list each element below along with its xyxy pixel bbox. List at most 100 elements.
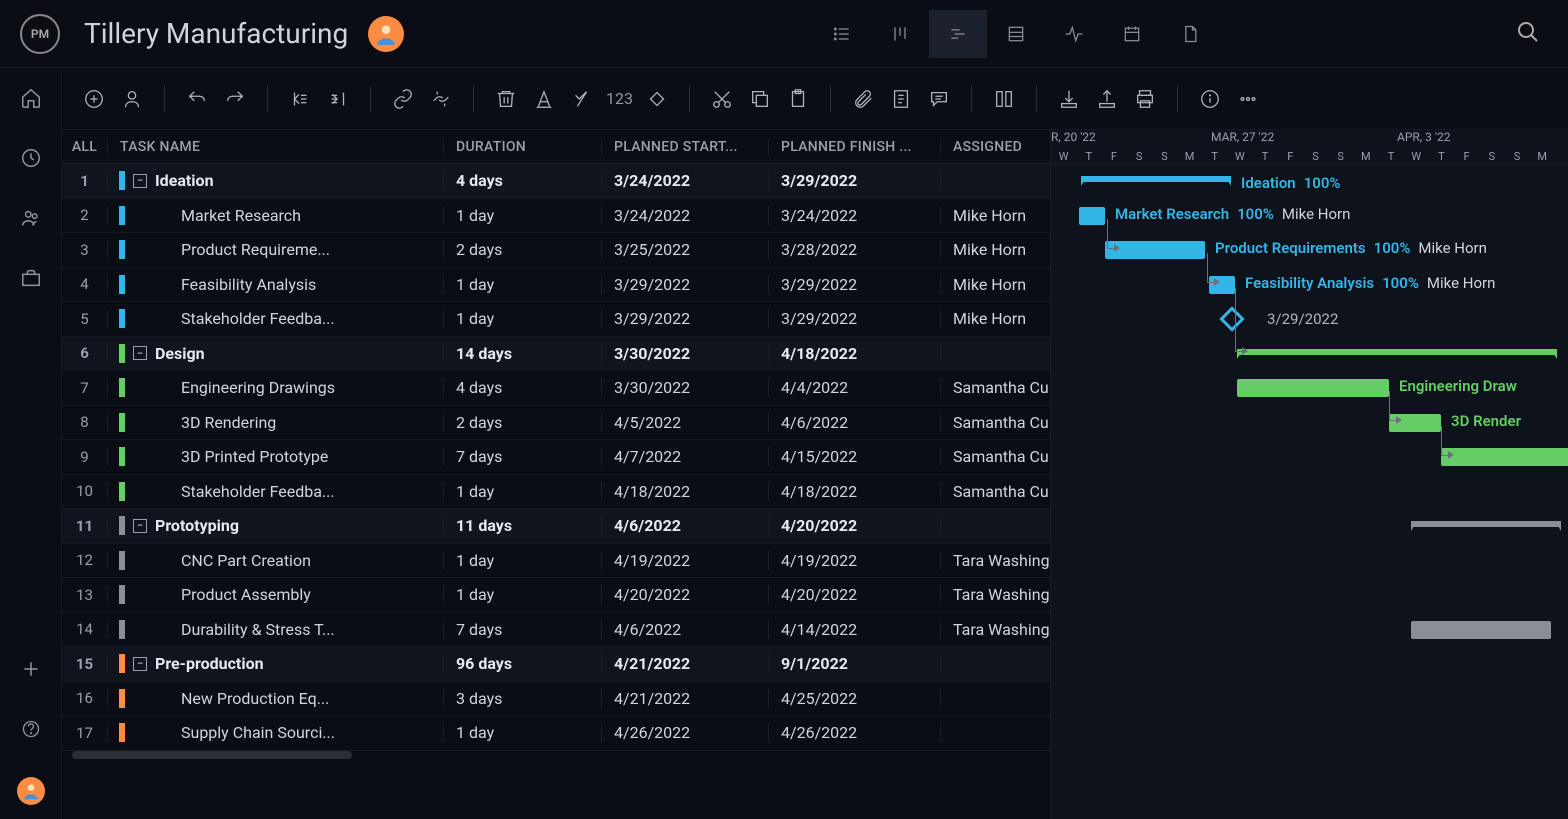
assigned-cell[interactable]: Mike Horn [941,275,1050,294]
file-view-tab[interactable] [1161,10,1219,58]
comment-button[interactable] [925,85,953,113]
assigned-cell[interactable]: Samantha Cu [941,413,1050,432]
copy-button[interactable] [746,85,774,113]
assigned-cell[interactable]: Tara Washing [941,585,1050,604]
duration-cell[interactable]: 4 days [444,378,602,397]
task-row[interactable]: 13 Product Assembly 1 day 4/20/2022 4/20… [62,578,1050,613]
duration-cell[interactable]: 4 days [444,171,602,190]
start-cell[interactable]: 4/19/2022 [602,551,769,570]
task-row[interactable]: 11 − Prototyping 11 days 4/6/2022 4/20/2… [62,509,1050,544]
finish-cell[interactable]: 3/29/2022 [769,309,941,328]
redo-button[interactable] [221,85,249,113]
task-bar[interactable]: Engineering Draw [1237,379,1389,397]
col-start[interactable]: PLANNED START... [602,139,769,155]
duration-cell[interactable]: 2 days [444,413,602,432]
team-icon[interactable] [19,206,43,230]
col-assigned[interactable]: ASSIGNED [941,139,1050,155]
start-cell[interactable]: 4/20/2022 [602,585,769,604]
list-view-tab[interactable] [813,10,871,58]
more-button[interactable] [1234,85,1262,113]
gantt-timeline[interactable]: R, 20 '22MAR, 27 '22APR, 3 '22 WTFSSMTWT… [1050,130,1568,819]
col-finish[interactable]: PLANNED FINISH ... [769,139,941,155]
user-avatar[interactable] [17,777,45,805]
start-cell[interactable]: 4/6/2022 [602,516,769,535]
duration-cell[interactable]: 1 day [444,309,602,328]
text-style-button[interactable] [530,85,558,113]
duration-cell[interactable]: 14 days [444,344,602,363]
start-cell[interactable]: 3/25/2022 [602,240,769,259]
search-button[interactable] [1508,12,1548,56]
finish-cell[interactable]: 4/4/2022 [769,378,941,397]
task-row[interactable]: 7 Engineering Drawings 4 days 3/30/2022 … [62,371,1050,406]
duration-cell[interactable]: 7 days [444,620,602,639]
info-button[interactable] [1196,85,1224,113]
start-cell[interactable]: 4/5/2022 [602,413,769,432]
start-cell[interactable]: 3/30/2022 [602,344,769,363]
task-row[interactable]: 17 Supply Chain Sourci... 1 day 4/26/202… [62,716,1050,751]
finish-cell[interactable]: 3/24/2022 [769,206,941,225]
number-format-button[interactable]: 123 [606,89,633,108]
duration-cell[interactable]: 1 day [444,275,602,294]
recent-icon[interactable] [19,146,43,170]
cut-button[interactable] [708,85,736,113]
print-button[interactable] [1131,85,1159,113]
task-row[interactable]: 3 Product Requireme... 2 days 3/25/2022 … [62,233,1050,268]
start-cell[interactable]: 4/26/2022 [602,723,769,742]
gantt-view-tab[interactable] [929,10,987,58]
col-all[interactable]: ALL [62,139,108,155]
finish-cell[interactable]: 4/6/2022 [769,413,941,432]
undo-button[interactable] [183,85,211,113]
start-cell[interactable]: 4/21/2022 [602,654,769,673]
task-bar[interactable]: Market Research100%Mike Horn [1079,207,1105,225]
task-row[interactable]: 8 3D Rendering 2 days 4/5/2022 4/6/2022 … [62,406,1050,441]
task-row[interactable]: 1 − Ideation 4 days 3/24/2022 3/29/2022 [62,164,1050,199]
indent-button[interactable] [324,85,352,113]
duration-cell[interactable]: 11 days [444,516,602,535]
assigned-cell[interactable]: Samantha Cu [941,447,1050,466]
export-button[interactable] [1093,85,1121,113]
task-bar[interactable] [1411,621,1551,639]
start-cell[interactable]: 4/18/2022 [602,482,769,501]
columns-button[interactable] [990,85,1018,113]
finish-cell[interactable]: 4/14/2022 [769,620,941,639]
task-row[interactable]: 10 Stakeholder Feedba... 1 day 4/18/2022… [62,475,1050,510]
activity-view-tab[interactable] [1045,10,1103,58]
paste-button[interactable] [784,85,812,113]
finish-cell[interactable]: 4/15/2022 [769,447,941,466]
summary-bar[interactable] [1411,521,1561,527]
assigned-cell[interactable]: Samantha Cu [941,378,1050,397]
board-view-tab[interactable] [871,10,929,58]
start-cell[interactable]: 4/6/2022 [602,620,769,639]
task-row[interactable]: 2 Market Research 1 day 3/24/2022 3/24/2… [62,199,1050,234]
calendar-view-tab[interactable] [1103,10,1161,58]
assigned-cell[interactable]: Mike Horn [941,206,1050,225]
duration-cell[interactable]: 1 day [444,723,602,742]
help-icon[interactable] [19,717,43,741]
duration-cell[interactable]: 1 day [444,206,602,225]
owner-avatar[interactable] [368,16,404,52]
col-duration[interactable]: DURATION [444,139,602,155]
link-button[interactable] [389,85,417,113]
clear-format-button[interactable] [568,85,596,113]
assigned-cell[interactable]: Tara Washing [941,551,1050,570]
assigned-cell[interactable]: Tara Washing [941,620,1050,639]
task-bar[interactable]: Product Requirements100%Mike Horn [1105,241,1205,259]
finish-cell[interactable]: 4/18/2022 [769,482,941,501]
duration-cell[interactable]: 1 day [444,551,602,570]
home-icon[interactable] [19,86,43,110]
add-task-button[interactable] [80,85,108,113]
finish-cell[interactable]: 3/29/2022 [769,171,941,190]
finish-cell[interactable]: 3/28/2022 [769,240,941,259]
summary-bar[interactable]: Ideation100% [1081,176,1231,182]
milestone-button[interactable] [643,85,671,113]
attach-button[interactable] [849,85,877,113]
assigned-cell[interactable]: Mike Horn [941,240,1050,259]
start-cell[interactable]: 3/30/2022 [602,378,769,397]
assigned-cell[interactable]: Mike Horn [941,309,1050,328]
task-row[interactable]: 6 − Design 14 days 3/30/2022 4/18/2022 [62,337,1050,372]
task-row[interactable]: 9 3D Printed Prototype 7 days 4/7/2022 4… [62,440,1050,475]
task-row[interactable]: 14 Durability & Stress T... 7 days 4/6/2… [62,613,1050,648]
duration-cell[interactable]: 1 day [444,482,602,501]
import-button[interactable] [1055,85,1083,113]
task-row[interactable]: 12 CNC Part Creation 1 day 4/19/2022 4/1… [62,544,1050,579]
